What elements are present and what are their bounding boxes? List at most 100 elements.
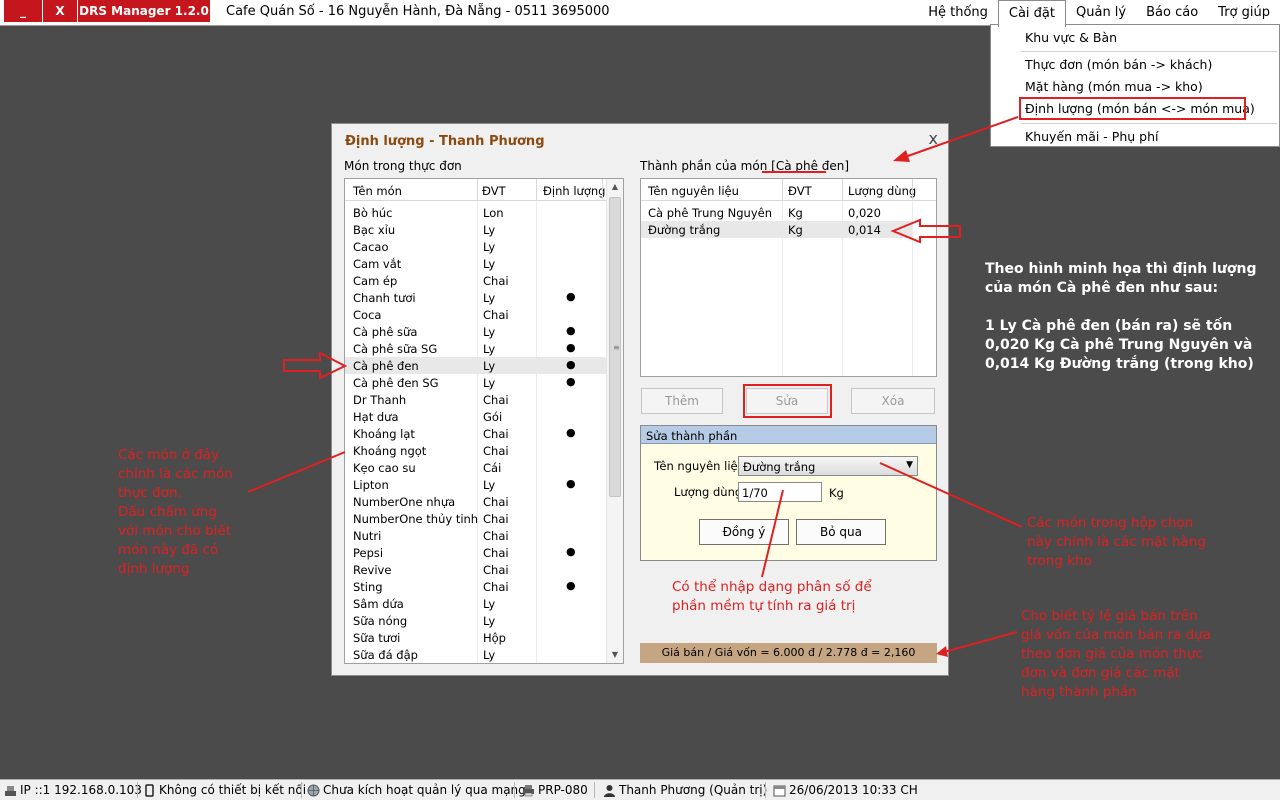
status-separator	[137, 782, 138, 798]
menu-row[interactable]: Revive Chai	[345, 561, 607, 578]
menu-row[interactable]: Dr Thanh Chai	[345, 391, 607, 408]
col-dinh-luong[interactable]: Định lượng	[543, 184, 605, 198]
menu-row[interactable]: Sting Chai ●	[345, 578, 607, 595]
col-divider	[477, 179, 478, 201]
menu-row[interactable]: Cacao Ly	[345, 238, 607, 255]
menu-row[interactable]: Sữa tươi Hộp	[345, 629, 607, 646]
note-line: hàng thành phần	[1021, 684, 1137, 700]
dialog-title: Định lượng - Thanh Phương	[345, 134, 545, 149]
status-printer: PRP-080	[522, 783, 588, 797]
menu-row[interactable]: Chanh tươi Ly ●	[345, 289, 607, 306]
note-line: với món cho biết	[118, 523, 231, 539]
has-dinh-luong-dot: ●	[566, 579, 576, 592]
menu-row[interactable]: Bò húc Lon	[345, 204, 607, 221]
settings-dropdown: Khu vực & Bàn Thực đơn (món bán -> khách…	[990, 24, 1280, 147]
menu-thuc-don[interactable]: Thực đơn (món bán -> khách)	[1025, 57, 1212, 72]
col-dvt[interactable]: ĐVT	[788, 184, 812, 198]
menu-row[interactable]: Cam ép Chai	[345, 272, 607, 289]
qty-unit: Kg	[829, 486, 844, 500]
ok-button[interactable]: Đồng ý	[699, 519, 789, 545]
menu-row[interactable]: Cam vắt Ly	[345, 255, 607, 272]
note-line: giá vốn của món bán ra dựa	[1021, 627, 1211, 643]
menu-item-unit: Chai	[483, 393, 509, 407]
ingredient-select[interactable]: Đường trắng ▼	[738, 456, 918, 476]
note-line: đơn và đơn giá các mặt	[1021, 665, 1180, 681]
status-datetime: 26/06/2013 10:33 CH	[773, 783, 918, 797]
qty-label: Lượng dùng	[674, 485, 743, 499]
menu-row[interactable]: Sữa đá đập Ly	[345, 646, 607, 663]
menu-item-unit: Chai	[483, 563, 509, 577]
menu-mat-hang[interactable]: Mặt hàng (món mua -> kho)	[1025, 79, 1203, 94]
menu-row[interactable]: Sâm dứa Ly	[345, 595, 607, 612]
ingredient-name: Đường trắng	[648, 223, 721, 237]
skip-button[interactable]: Bỏ qua	[796, 519, 886, 545]
col-luong-dung[interactable]: Lượng dùng	[848, 184, 916, 198]
menu-row[interactable]: Cà phê sữa SG Ly ●	[345, 340, 607, 357]
menu-he-thong[interactable]: Hệ thống	[918, 0, 998, 26]
ingredient-row[interactable]: Đường trắng Kg 0,014	[641, 221, 912, 238]
menu-item-name: Cà phê đen SG	[353, 376, 439, 390]
close-app-button[interactable]: X	[43, 0, 77, 22]
menu-grid[interactable]: Tên món ĐVT Định lượng Bò húc Lon Bạc xỉu L…	[344, 178, 624, 664]
menu-row[interactable]: NumberOne nhựa Chai	[345, 493, 607, 510]
menu-row[interactable]: Coca Chai	[345, 306, 607, 323]
menu-item-name: Cam vắt	[353, 257, 402, 271]
note-line: món này đã có	[118, 542, 219, 558]
status-user: Thanh Phương (Quản trị)	[603, 783, 767, 797]
menu-scrollbar[interactable]: ▲ ≡ ▼	[606, 179, 623, 663]
qty-input[interactable]: 1/70	[738, 482, 822, 502]
info-line	[985, 298, 1257, 317]
menu-row[interactable]: Pepsi Chai ●	[345, 544, 607, 561]
menu-row[interactable]: Khoáng ngọt Chai	[345, 442, 607, 459]
ingredients-grid[interactable]: Tên nguyên liệu ĐVT Lượng dùng Cà phê Tr…	[640, 178, 937, 377]
menu-item-unit: Hộp	[483, 631, 506, 645]
menu-row[interactable]: Lipton Ly ●	[345, 476, 607, 493]
col-dvt[interactable]: ĐVT	[482, 184, 506, 198]
menu-tro-giup[interactable]: Trợ giúp	[1208, 0, 1280, 26]
add-button[interactable]: Thêm	[641, 388, 723, 414]
menu-item-unit: Ly	[483, 223, 496, 237]
menu-item-unit: Ly	[483, 240, 496, 254]
menu-row[interactable]: NumberOne thủy tinh Chai	[345, 510, 607, 527]
ingredients-label-suffix: ]	[844, 159, 850, 173]
note-line: trong kho	[1027, 553, 1092, 569]
col-ten-nguyen-lieu[interactable]: Tên nguyên liệu	[648, 184, 739, 198]
scroll-thumb[interactable]: ≡	[609, 197, 621, 497]
ingredient-qty: 0,014	[848, 223, 881, 237]
edit-ingredient-panel: Sửa thành phần Tên nguyên liệu Đường trắ…	[640, 425, 937, 561]
menu-item-name: Cà phê sữa	[353, 325, 418, 339]
ingredient-row[interactable]: Cà phê Trung Nguyên Kg 0,020	[641, 204, 912, 221]
menu-khuyen-mai[interactable]: Khuyến mãi - Phụ phí	[1025, 129, 1158, 144]
menu-item-name: Cacao	[353, 240, 389, 254]
menu-row[interactable]: Bạc xỉu Ly	[345, 221, 607, 238]
menu-khu-vuc-ban[interactable]: Khu vực & Bàn	[1025, 30, 1117, 45]
menu-item-unit: Chai	[483, 529, 509, 543]
menu-row[interactable]: Sữa nóng Ly	[345, 612, 607, 629]
menu-row[interactable]: Hạt dưa Gói	[345, 408, 607, 425]
calendar-icon	[773, 785, 786, 796]
info-line: 1 Ly Cà phê đen (bán ra) sẽ tốn	[985, 318, 1233, 334]
minimize-button[interactable]: _	[4, 0, 42, 22]
note-line: theo đơn giá của món thực	[1021, 646, 1203, 662]
has-dinh-luong-dot: ●	[566, 375, 576, 388]
network-icon	[5, 785, 16, 796]
right-info: Theo hình minh họa thì định lượng của mó…	[985, 260, 1257, 374]
menu-row[interactable]: Khoáng lạt Chai ●	[345, 425, 607, 442]
network-text: Chưa kích hoạt quản lý qua mạng	[323, 783, 526, 797]
menu-item-unit: Lon	[483, 206, 504, 220]
col-ten-mon[interactable]: Tên món	[353, 184, 402, 198]
row-divider	[912, 201, 913, 376]
scroll-down-icon[interactable]: ▼	[607, 647, 623, 663]
menu-cai-dat[interactable]: Cài đặt	[997, 0, 1066, 27]
menu-item-unit: Chai	[483, 427, 509, 441]
menu-row[interactable]: Cà phê đen Ly ●	[345, 357, 607, 374]
menu-bao-cao[interactable]: Báo cáo	[1136, 0, 1208, 26]
menu-row[interactable]: Nutri Chai	[345, 527, 607, 544]
dialog-close-icon[interactable]: x	[929, 129, 938, 148]
menu-row[interactable]: Cà phê sữa Ly ●	[345, 323, 607, 340]
menu-quan-ly[interactable]: Quản lý	[1066, 0, 1136, 26]
menu-row[interactable]: Cà phê đen SG Ly ●	[345, 374, 607, 391]
delete-button[interactable]: Xóa	[851, 388, 935, 414]
scroll-up-icon[interactable]: ▲	[607, 179, 623, 195]
menu-row[interactable]: Kẹo cao su Cái	[345, 459, 607, 476]
